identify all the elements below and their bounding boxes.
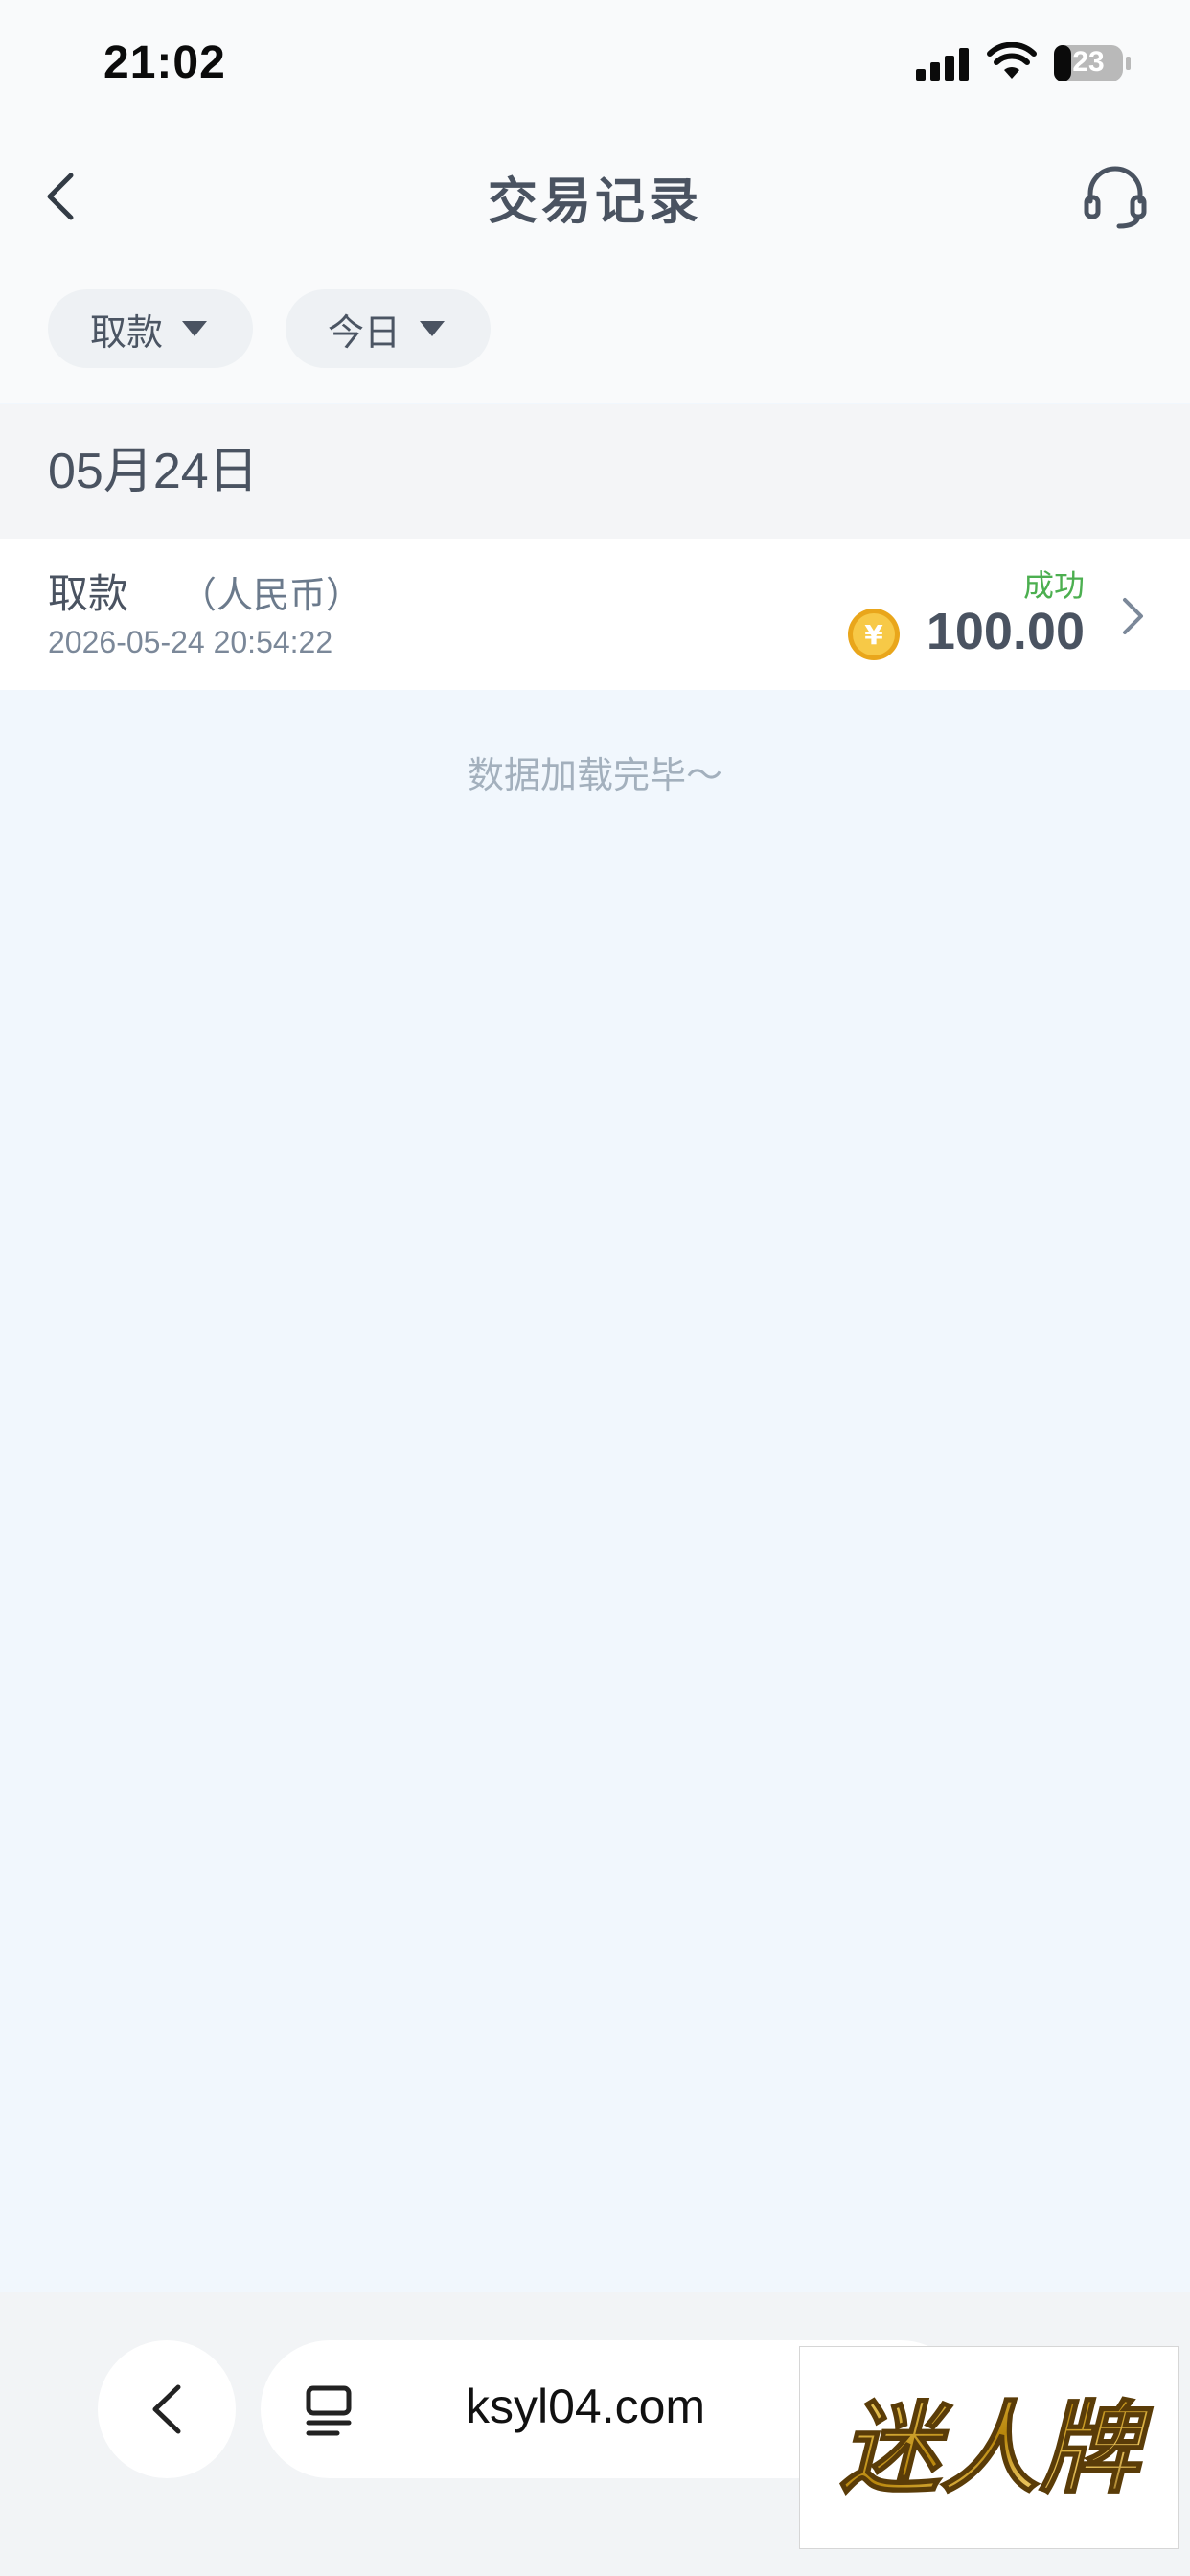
- caret-down-icon: [182, 321, 208, 336]
- coin-symbol: ¥: [864, 619, 883, 651]
- browser-back-button[interactable]: [98, 2340, 236, 2478]
- caret-down-icon: [420, 321, 446, 336]
- transaction-amount: 100.00: [926, 603, 1085, 660]
- list-end-text: 数据加载完毕～: [467, 754, 722, 796]
- chevron-right-icon: [1123, 598, 1143, 634]
- watermark: 迷人牌: [799, 2346, 1179, 2549]
- transaction-type: 取款: [48, 570, 129, 617]
- battery-level: 23: [1072, 46, 1105, 78]
- transaction-datetime: 2026-05-24 20:54:22: [48, 625, 333, 659]
- cellular-signal-icon: [916, 48, 969, 80]
- watermark-logo: 迷人牌: [839, 2389, 1155, 2508]
- status-bar: 21:02 23: [0, 0, 1190, 129]
- transaction-currency: （人民币）: [180, 574, 363, 616]
- wifi-icon: [987, 42, 1037, 79]
- filter-type-dropdown[interactable]: 取款: [48, 289, 253, 368]
- filter-date-label: 今日: [328, 310, 401, 354]
- page-title: 交易记录: [487, 173, 702, 231]
- page-menu-icon[interactable]: [305, 2384, 353, 2438]
- filter-date-dropdown[interactable]: 今日: [286, 289, 491, 368]
- chevron-left-icon: [152, 2384, 181, 2434]
- status-time: 21:02: [103, 37, 226, 88]
- transaction-status: 成功: [1022, 567, 1085, 604]
- date-group-header: 05月24日: [0, 404, 1190, 539]
- customer-service-headset-icon[interactable]: [1081, 163, 1150, 232]
- coin-yuan-icon: ¥: [848, 609, 900, 660]
- filter-type-label: 取款: [90, 310, 164, 354]
- transaction-row[interactable]: 取款 （人民币） 2026-05-24 20:54:22 成功 ¥ 100.00: [0, 539, 1190, 690]
- watermark-text: 迷人牌: [840, 2390, 1154, 2507]
- address-bar-url: ksyl04.com: [466, 2380, 706, 2433]
